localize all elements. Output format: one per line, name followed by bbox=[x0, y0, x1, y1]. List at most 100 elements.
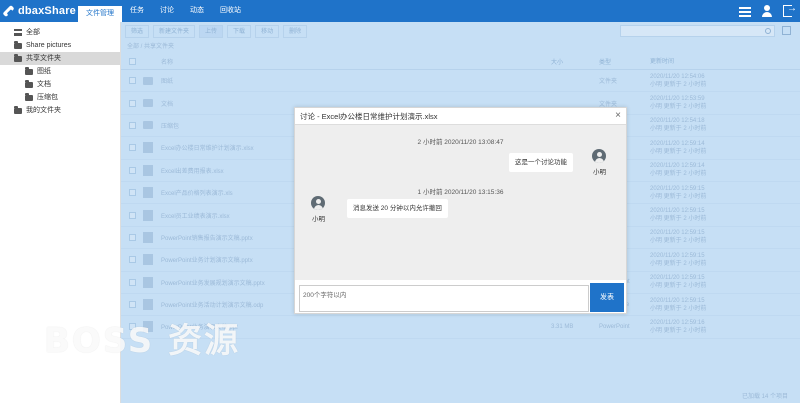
header-size[interactable]: 大小 bbox=[551, 57, 599, 66]
dialog-title: 讨论 - Excel办公楼日常维护计划演示.xlsx bbox=[300, 112, 438, 121]
row-time: 2020/11/20 12:59:15 bbox=[650, 297, 705, 304]
folder-icon bbox=[14, 54, 22, 62]
row-updated-by: 小明 更新于 2 小时前 bbox=[650, 148, 707, 155]
row-time: 2020/11/20 12:53:59 bbox=[650, 96, 705, 103]
row-time: 2020/11/20 12:54:18 bbox=[650, 118, 705, 125]
folder-icon bbox=[25, 80, 33, 88]
row-time-cell: 2020/11/20 12:59:15 小明 更新于 2 小时前 bbox=[650, 297, 770, 313]
item-count: 已加载 14 个项目 bbox=[741, 394, 788, 400]
message-time: 1 小时前 2020/11/20 13:15:36 bbox=[417, 189, 504, 196]
message-user: 小明 bbox=[593, 169, 606, 176]
row-time: 2020/11/20 12:59:15 bbox=[650, 275, 705, 282]
file-icon bbox=[143, 276, 153, 288]
row-checkbox[interactable] bbox=[128, 77, 136, 85]
folder-icon bbox=[25, 93, 33, 101]
message-user: 小明 bbox=[312, 216, 325, 223]
tab-discussion[interactable]: 讨论 bbox=[152, 0, 182, 22]
sidebar-item-documents[interactable]: 文档 bbox=[0, 78, 120, 91]
row-updated-by: 小明 更新于 2 小时前 bbox=[650, 260, 707, 267]
sidebar-item-label: 图纸 bbox=[37, 68, 51, 75]
message-bubble: 消息发送 20 分钟以内允许撤回 bbox=[347, 199, 448, 218]
filter-button[interactable]: 筛选 bbox=[125, 25, 150, 38]
file-icon bbox=[143, 142, 153, 154]
row-updated-by: 小明 更新于 2 小时前 bbox=[650, 216, 707, 223]
folder-icon bbox=[14, 106, 22, 114]
sidebar-item-share-pictures[interactable]: Share pictures bbox=[0, 39, 120, 52]
row-updated-by: 小明 更新于 2 小时前 bbox=[650, 327, 707, 334]
tab-tasks[interactable]: 任务 bbox=[122, 0, 152, 22]
new-folder-button[interactable]: 新建文件夹 bbox=[153, 25, 196, 38]
row-time: 2020/11/20 12:59:15 bbox=[650, 252, 705, 259]
header-time[interactable]: 更新时间 bbox=[650, 58, 770, 66]
sidebar-item-all[interactable]: 全部 bbox=[0, 26, 120, 39]
row-time-cell: 2020/11/20 12:59:16 小明 更新于 2 小时前 bbox=[650, 319, 770, 335]
row-checkbox[interactable] bbox=[128, 166, 136, 174]
sidebar-item-my-folder[interactable]: 我的文件夹 bbox=[0, 104, 120, 117]
list-icon bbox=[14, 29, 22, 36]
search-input[interactable] bbox=[620, 25, 775, 37]
row-updated-by: 小明 更新于 2 小时前 bbox=[650, 104, 707, 111]
row-time-cell: 2020/11/20 12:59:15 小明 更新于 2 小时前 bbox=[650, 207, 770, 223]
row-checkbox[interactable] bbox=[128, 301, 136, 309]
row-updated-by: 小明 更新于 2 小时前 bbox=[650, 81, 707, 88]
row-checkbox[interactable] bbox=[128, 144, 136, 152]
app-logo[interactable]: dbaxShare bbox=[2, 4, 76, 18]
tab-activity[interactable]: 动态 bbox=[182, 0, 212, 22]
sidebar-item-label: 压缩包 bbox=[37, 94, 58, 101]
folder-icon bbox=[143, 99, 153, 108]
table-row[interactable]: 图纸 文件夹 2020/11/20 12:54:06 小明 更新于 2 小时前 bbox=[121, 70, 800, 93]
row-time: 2020/11/20 12:59:15 bbox=[650, 230, 705, 237]
comment-input-placeholder: 200个字符以内 bbox=[303, 292, 347, 299]
view-toggle-icon[interactable] bbox=[782, 26, 791, 35]
delete-button[interactable]: 删除 bbox=[283, 25, 308, 38]
header-name[interactable]: 名称 bbox=[161, 57, 551, 66]
breadcrumb: 全部 / 共享文件夹 bbox=[127, 44, 175, 50]
select-all-checkbox[interactable] bbox=[128, 58, 136, 65]
row-time: 2020/11/20 12:59:14 bbox=[650, 163, 705, 170]
row-updated-by: 小明 更新于 2 小时前 bbox=[650, 283, 707, 290]
comment-input[interactable]: 200个字符以内 bbox=[299, 285, 589, 312]
row-checkbox[interactable] bbox=[128, 256, 136, 264]
message-time: 2 小时前 2020/11/20 13:08:47 bbox=[417, 139, 504, 146]
row-checkbox[interactable] bbox=[128, 233, 136, 241]
file-icon bbox=[143, 231, 153, 243]
sidebar-item-shared-folder[interactable]: 共享文件夹 bbox=[0, 52, 120, 65]
row-time-cell: 2020/11/20 12:59:15 小明 更新于 2 小时前 bbox=[650, 185, 770, 201]
row-time: 2020/11/20 12:59:15 bbox=[650, 185, 705, 192]
row-checkbox[interactable] bbox=[128, 189, 136, 197]
row-checkbox[interactable] bbox=[128, 278, 136, 286]
send-button[interactable]: 发表 bbox=[590, 283, 624, 312]
row-name[interactable]: 图纸 bbox=[161, 76, 551, 85]
sidebar-item-archives[interactable]: 压缩包 bbox=[0, 91, 120, 104]
folder-icon bbox=[143, 76, 153, 85]
download-button[interactable]: 下载 bbox=[227, 25, 252, 38]
tab-recycle-bin[interactable]: 回收站 bbox=[212, 0, 249, 22]
row-time: 2020/11/20 12:59:16 bbox=[650, 319, 705, 326]
folder-icon bbox=[143, 121, 153, 130]
avatar bbox=[592, 149, 606, 163]
row-checkbox[interactable] bbox=[128, 121, 136, 129]
sidebar-item-label: 共享文件夹 bbox=[26, 55, 61, 62]
upload-button[interactable]: 上传 bbox=[199, 25, 224, 38]
row-updated-by: 小明 更新于 2 小时前 bbox=[650, 171, 707, 178]
close-icon[interactable]: × bbox=[615, 108, 621, 124]
file-icon bbox=[143, 209, 153, 221]
row-time-cell: 2020/11/20 12:59:15 小明 更新于 2 小时前 bbox=[650, 274, 770, 290]
logout-icon[interactable] bbox=[783, 3, 797, 17]
sidebar-item-label: 文档 bbox=[37, 81, 51, 88]
row-checkbox[interactable] bbox=[128, 211, 136, 219]
top-icons bbox=[739, 3, 797, 17]
row-updated-by: 小明 更新于 2 小时前 bbox=[650, 126, 707, 133]
header-type[interactable]: 类型 bbox=[599, 57, 650, 66]
row-type: PowerPoint bbox=[599, 323, 630, 330]
folder-icon bbox=[25, 67, 33, 75]
sidebar-item-drawings[interactable]: 图纸 bbox=[0, 65, 120, 78]
row-checkbox[interactable] bbox=[128, 99, 136, 107]
move-button[interactable]: 移动 bbox=[255, 25, 280, 38]
user-icon[interactable] bbox=[761, 5, 773, 17]
menu-icon[interactable] bbox=[739, 5, 751, 17]
file-icon bbox=[143, 187, 153, 199]
tab-file-management[interactable]: 文件管理 bbox=[78, 6, 122, 22]
search-icon[interactable] bbox=[765, 28, 771, 34]
row-time: 2020/11/20 12:59:15 bbox=[650, 208, 705, 215]
